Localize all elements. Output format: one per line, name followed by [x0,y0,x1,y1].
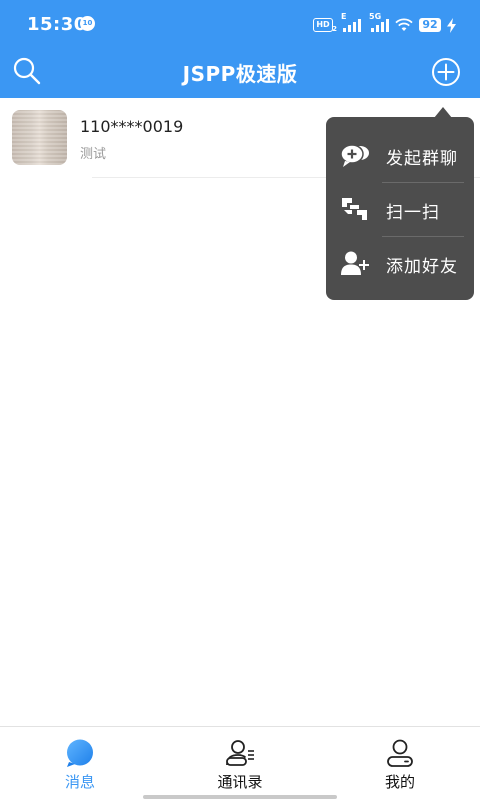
contacts-icon [226,740,254,766]
message-icon [67,739,93,767]
profile-icon [387,739,413,767]
menu-item-group-chat[interactable]: 发起群聊 [326,128,474,182]
tab-label: 我的 [384,773,415,791]
home-indicator[interactable] [143,795,337,799]
menu-item-scan[interactable]: 扫一扫 [326,182,474,236]
tab-messages[interactable]: 消息 [30,727,130,800]
status-time: 15:30 [27,14,87,35]
status-bar: 15:30 10 HD 2 E 5G 92 [0,0,480,50]
scan-icon [342,198,367,220]
charging-icon [447,17,456,33]
tab-label: 通讯录 [217,773,263,791]
wifi-icon [395,18,413,31]
status-icons: HD 2 E 5G 92 [313,12,456,37]
tab-contacts[interactable]: 通讯录 [190,727,290,800]
bottom-tab-bar: 消息 通讯录 我的 [0,726,480,800]
tab-profile[interactable]: 我的 [350,727,450,800]
signal-2-label: 5G [369,12,382,21]
menu-item-label: 扫一扫 [386,203,440,223]
signal-2-icon: 5G [369,12,389,32]
hd-sub: 2 [332,25,337,33]
add-icon[interactable] [430,56,462,88]
battery-icon: 92 [419,18,441,32]
chat-preview: 测试 [80,147,107,162]
menu-item-label: 添加好友 [386,257,458,277]
app-header: JSPP极速版 [0,50,480,98]
add-friend-icon [341,251,369,275]
chat-name: 110****0019 [80,117,184,136]
signal-1-icon: E [341,12,361,32]
avatar [12,110,67,165]
top-bar: 15:30 10 HD 2 E 5G 92 JSPP极速版 [0,0,480,98]
tab-label: 消息 [64,773,95,791]
menu-item-label: 发起群聊 [386,149,458,169]
page-title: JSPP极速版 [182,62,298,86]
group-chat-icon [340,144,369,167]
hd-label: HD [316,20,330,29]
signal-1-label: E [341,12,347,21]
notification-badge: 10 [80,16,95,31]
menu-item-add-friend[interactable]: 添加好友 [326,236,474,290]
popup-menu: 发起群聊 扫一扫 添加好友 [326,107,474,300]
hd-voice-icon: HD 2 [313,18,337,33]
